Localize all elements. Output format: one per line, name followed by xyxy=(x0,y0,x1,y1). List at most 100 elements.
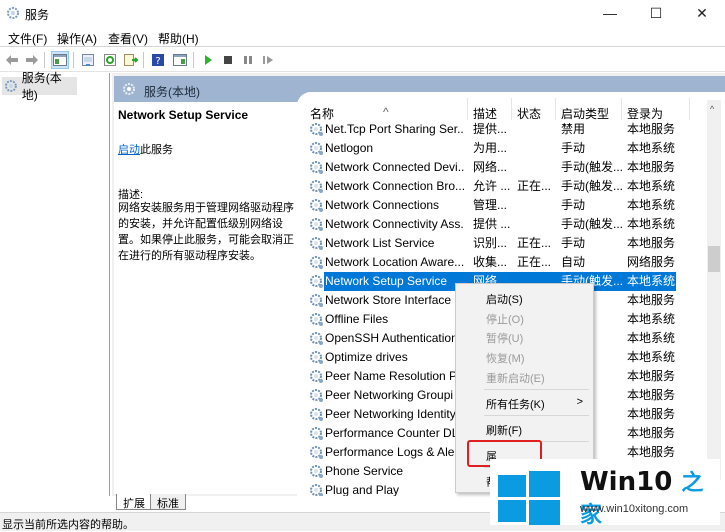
service-log-on-as: 本地系统 xyxy=(627,274,676,288)
service-row[interactable]: Network Connection Bro... 允许 ... 正在... 手动(触… xyxy=(297,177,707,196)
services-gear-icon xyxy=(4,80,17,92)
menu-item-refresh[interactable]: 刷新(F) xyxy=(486,422,522,438)
service-name: Netlogon xyxy=(325,141,374,155)
service-startup-type: 手动(触发... xyxy=(561,179,623,193)
service-description: 为用... xyxy=(473,141,508,155)
service-log-on-as: 本地服务 xyxy=(627,122,676,136)
column-separator[interactable] xyxy=(689,98,690,120)
service-row[interactable]: Network Connections 管理... 手动 本地系统 xyxy=(297,196,707,215)
service-gear-icon xyxy=(310,180,323,193)
scrollbar-thumb[interactable] xyxy=(708,246,720,272)
service-row[interactable]: Network List Service 识别... 正在... 手动 本地服务 xyxy=(297,234,707,253)
back-icon[interactable] xyxy=(3,51,21,69)
action-suffix: 此服务 xyxy=(140,144,173,156)
tree-item-services-local[interactable]: 服务(本地) xyxy=(2,71,77,102)
service-gear-icon xyxy=(310,408,323,421)
service-name: Plug and Play xyxy=(325,483,400,496)
service-gear-icon xyxy=(310,427,323,440)
service-row[interactable]: Network Connected Devi... 网络... 手动(触发... 本地… xyxy=(297,158,707,177)
menu-view[interactable]: 查看(V) xyxy=(108,30,148,47)
start-service-icon[interactable] xyxy=(199,51,217,69)
forward-icon[interactable] xyxy=(23,51,41,69)
services-gear-icon xyxy=(123,83,135,95)
column-separator[interactable] xyxy=(511,98,512,120)
maximize-button[interactable]: ☐ xyxy=(633,0,679,26)
menu-file[interactable]: 文件(F) xyxy=(8,30,47,47)
service-log-on-as: 本地系统 xyxy=(627,350,676,364)
selected-service-name: Network Setup Service xyxy=(118,108,249,122)
watermark-title: Win10 之家 xyxy=(580,467,704,528)
service-gear-icon xyxy=(310,351,323,364)
service-row[interactable]: Network Location Aware... 收集... 正在... 自动 网络服… xyxy=(297,253,707,272)
service-log-on-as: 本地服务 xyxy=(627,426,676,440)
minimize-button[interactable]: — xyxy=(587,0,633,26)
menu-help[interactable]: 帮助(H) xyxy=(158,30,199,47)
start-service-link[interactable]: 启动 xyxy=(118,144,140,156)
tab-extended[interactable]: 扩展 xyxy=(116,494,152,510)
menu-item-restart: 重新启动(E) xyxy=(486,373,545,385)
windows-logo-icon xyxy=(498,469,562,525)
menu-action[interactable]: 操作(A) xyxy=(57,30,97,47)
stop-service-icon[interactable] xyxy=(219,51,237,69)
description-text: 网络安装服务用于管理网络驱动程序的安装，并允许配置低级别网络设置。如果停止此服务… xyxy=(118,202,294,262)
service-description: 管理... xyxy=(473,198,508,212)
scroll-up-icon[interactable]: ^ xyxy=(710,104,714,114)
service-name: Performance Counter DL xyxy=(325,426,459,440)
tab-standard[interactable]: 标准 xyxy=(150,494,186,510)
service-description: 网络... xyxy=(473,160,508,174)
menu-item-resume: 恢复(M) xyxy=(486,353,525,365)
vertical-scrollbar[interactable]: ^ xyxy=(707,100,721,480)
pause-service-icon[interactable] xyxy=(239,51,257,69)
export-list-icon[interactable] xyxy=(122,51,140,69)
service-gear-icon xyxy=(310,199,323,212)
service-description: 提供 ... xyxy=(473,217,511,231)
service-name: Peer Networking Identity xyxy=(325,407,456,421)
help-icon[interactable]: ? xyxy=(149,51,167,69)
column-separator[interactable] xyxy=(467,98,468,120)
column-separator[interactable] xyxy=(621,98,622,120)
menu-bar: 文件(F) 操作(A) 查看(V) 帮助(H) xyxy=(0,26,725,47)
service-name: Phone Service xyxy=(325,464,404,478)
service-gear-icon xyxy=(310,332,323,345)
service-log-on-as: 本地服务 xyxy=(627,407,676,421)
menu-item-pause: 暂停(U) xyxy=(486,333,524,345)
service-name: Performance Logs & Ale xyxy=(325,445,455,459)
service-log-on-as: 本地服务 xyxy=(627,369,676,383)
service-startup-type: 自动 xyxy=(561,255,586,269)
menu-item-start[interactable]: 启动(S) xyxy=(486,291,523,307)
service-log-on-as: 网络服务 xyxy=(627,255,676,269)
close-button[interactable]: ✕ xyxy=(679,0,725,26)
service-name: Peer Name Resolution Pr xyxy=(325,369,462,383)
service-name: Net.Tcp Port Sharing Ser... xyxy=(325,122,464,136)
resume-service-icon[interactable] xyxy=(259,51,277,69)
service-gear-icon xyxy=(310,465,323,478)
toolbar-separator xyxy=(44,52,45,68)
view-tabs: 扩展 标准 xyxy=(112,492,312,512)
services-gear-icon xyxy=(7,7,19,19)
service-gear-icon xyxy=(310,446,323,459)
service-gear-icon xyxy=(310,161,323,174)
title-bar: 服务 — ☐ ✕ xyxy=(0,0,725,26)
service-row[interactable]: Net.Tcp Port Sharing Ser... 提供... 禁用 本地服务 xyxy=(297,120,707,139)
menu-item-stop: 停止(O) xyxy=(486,314,524,326)
menu-separator xyxy=(484,415,589,416)
console-icon[interactable] xyxy=(171,51,189,69)
service-log-on-as: 本地服务 xyxy=(627,388,676,402)
header-title: 服务(本地) xyxy=(144,85,200,99)
service-gear-icon xyxy=(310,218,323,231)
column-separator[interactable] xyxy=(555,98,556,120)
sort-ascending-icon: ^ xyxy=(383,105,389,119)
refresh-icon[interactable] xyxy=(101,51,119,69)
service-row[interactable]: Network Connectivity Ass... 提供 ... 手动(触发..… xyxy=(297,215,707,234)
service-startup-type: 手动 xyxy=(561,198,586,212)
service-name: Network Connectivity Ass... xyxy=(325,217,464,231)
toolbar-separator xyxy=(193,52,194,68)
tree-item-label: 服务(本地) xyxy=(21,71,62,102)
service-log-on-as: 本地系统 xyxy=(627,198,676,212)
watermark-url: www.win10xitong.com xyxy=(580,503,689,515)
service-row[interactable]: Netlogon 为用... 手动 本地系统 xyxy=(297,139,707,158)
service-log-on-as: 本地系统 xyxy=(627,141,676,155)
menu-item-all-tasks[interactable]: 所有任务(K) xyxy=(486,396,545,412)
properties-icon[interactable] xyxy=(79,51,97,69)
show-hide-tree-icon[interactable] xyxy=(51,51,69,69)
